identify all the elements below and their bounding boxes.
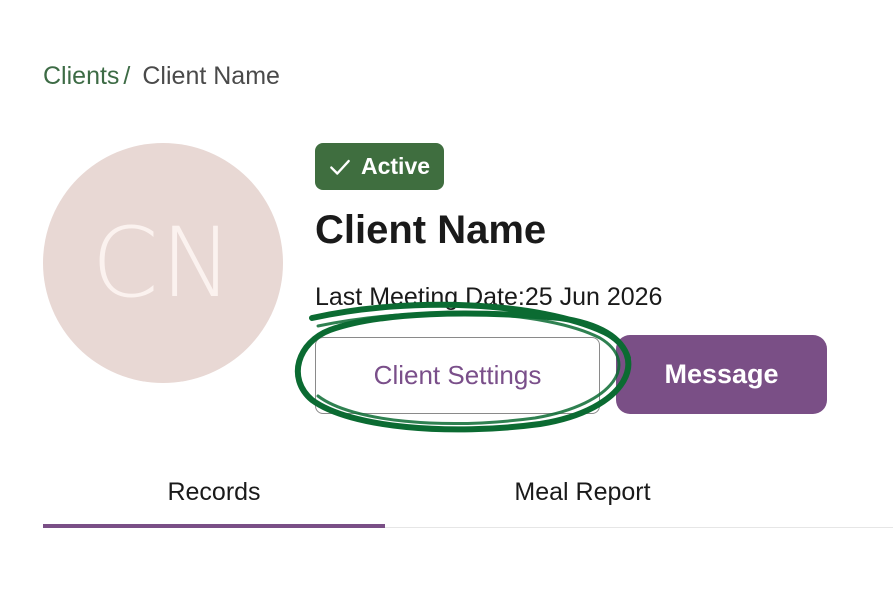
status-badge: Active <box>315 143 445 190</box>
tab-records[interactable]: Records <box>43 458 385 528</box>
message-button[interactable]: Message <box>616 335 827 414</box>
tab-records-label: Records <box>167 477 261 506</box>
check-icon <box>330 159 350 175</box>
page-title: Client Name <box>315 208 547 252</box>
breadcrumb-current: Client Name <box>142 62 280 90</box>
tab-meal-report-label: Meal Report <box>514 477 651 506</box>
client-settings-button[interactable]: Client Settings <box>315 337 600 414</box>
last-meeting-date: Last Meeting Date:25 Jun 2026 <box>315 283 662 312</box>
status-label: Active <box>361 153 431 179</box>
tab-meal-report[interactable]: Meal Report <box>385 458 780 526</box>
breadcrumb-clients-link[interactable]: Clients <box>43 62 119 90</box>
active-tab-indicator <box>43 524 385 528</box>
avatar-initials: CN <box>91 207 235 319</box>
tab-bar: Records Meal Report <box>43 458 893 528</box>
avatar: CN <box>43 143 283 383</box>
breadcrumb-separator: / <box>123 62 131 90</box>
last-meeting-label: Last Meeting Date: <box>315 283 525 311</box>
breadcrumb: Clients / Client Name <box>43 58 280 94</box>
last-meeting-value: 25 Jun 2026 <box>524 283 663 311</box>
